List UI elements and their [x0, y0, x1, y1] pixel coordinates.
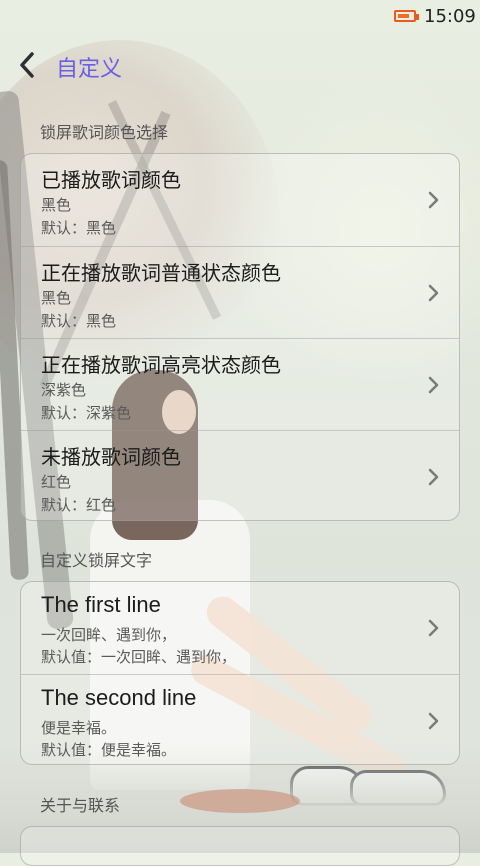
page-title: 自定义: [56, 57, 123, 82]
chevron-right-icon: [423, 711, 443, 731]
item-default: 默认值：便是幸福。: [41, 741, 177, 759]
chevron-right-icon: [423, 190, 443, 210]
battery-icon: [394, 10, 419, 22]
battery-level: [398, 14, 409, 18]
about-group: [20, 826, 460, 866]
list-item-unplayed-color[interactable]: 未播放歌词颜色 红色 默认：红色: [21, 430, 459, 520]
chevron-right-icon: [423, 467, 443, 487]
item-value: 黑色: [41, 289, 72, 307]
item-value: 深紫色: [41, 381, 87, 399]
item-title: 已播放歌词颜色: [41, 168, 181, 192]
item-value: 便是幸福。: [41, 719, 117, 737]
lyric-color-group: 已播放歌词颜色 黑色 默认：黑色 正在播放歌词普通状态颜色 黑色 默认：黑色 正…: [20, 153, 460, 521]
item-default: 默认值：一次回眸、遇到你，: [41, 648, 237, 666]
item-value: 红色: [41, 473, 72, 491]
list-item-played-color[interactable]: 已播放歌词颜色 黑色 默认：黑色: [21, 154, 459, 246]
item-value: 黑色: [41, 196, 72, 214]
item-default: 默认：红色: [41, 496, 117, 514]
action-bar: 自定义: [0, 34, 480, 94]
chevron-right-icon: [423, 283, 443, 303]
back-arrow-icon[interactable]: [18, 52, 36, 81]
item-default: 默认：深紫色: [41, 404, 132, 422]
item-title: 未播放歌词颜色: [41, 445, 181, 469]
section-header-about: 关于与联系: [40, 796, 121, 815]
item-default: 默认：黑色: [41, 219, 117, 237]
item-value: 一次回眸、遇到你，: [41, 626, 177, 644]
list-item-playing-highlight-color[interactable]: 正在播放歌词高亮状态颜色 深紫色 默认：深紫色: [21, 338, 459, 430]
list-item-second-line[interactable]: The second line 便是幸福。 默认值：便是幸福。: [21, 674, 459, 764]
lockscreen-text-group: The first line 一次回眸、遇到你， 默认值：一次回眸、遇到你， T…: [20, 581, 460, 765]
item-title: 正在播放歌词高亮状态颜色: [41, 353, 281, 377]
item-default: 默认：黑色: [41, 312, 117, 330]
status-time: 15:09: [424, 6, 476, 27]
chevron-right-icon: [423, 618, 443, 638]
item-title: The second line: [41, 685, 197, 710]
section-header-lyric-colors: 锁屏歌词颜色选择: [40, 123, 169, 142]
status-bar: 15:09: [0, 0, 480, 34]
item-title: 正在播放歌词普通状态颜色: [41, 261, 281, 285]
list-item-playing-normal-color[interactable]: 正在播放歌词普通状态颜色 黑色 默认：黑色: [21, 246, 459, 338]
chevron-right-icon: [423, 375, 443, 395]
list-item-first-line[interactable]: The first line 一次回眸、遇到你， 默认值：一次回眸、遇到你，: [21, 582, 459, 674]
section-header-lockscreen-text: 自定义锁屏文字: [40, 551, 153, 570]
item-title: The first line: [41, 592, 161, 617]
